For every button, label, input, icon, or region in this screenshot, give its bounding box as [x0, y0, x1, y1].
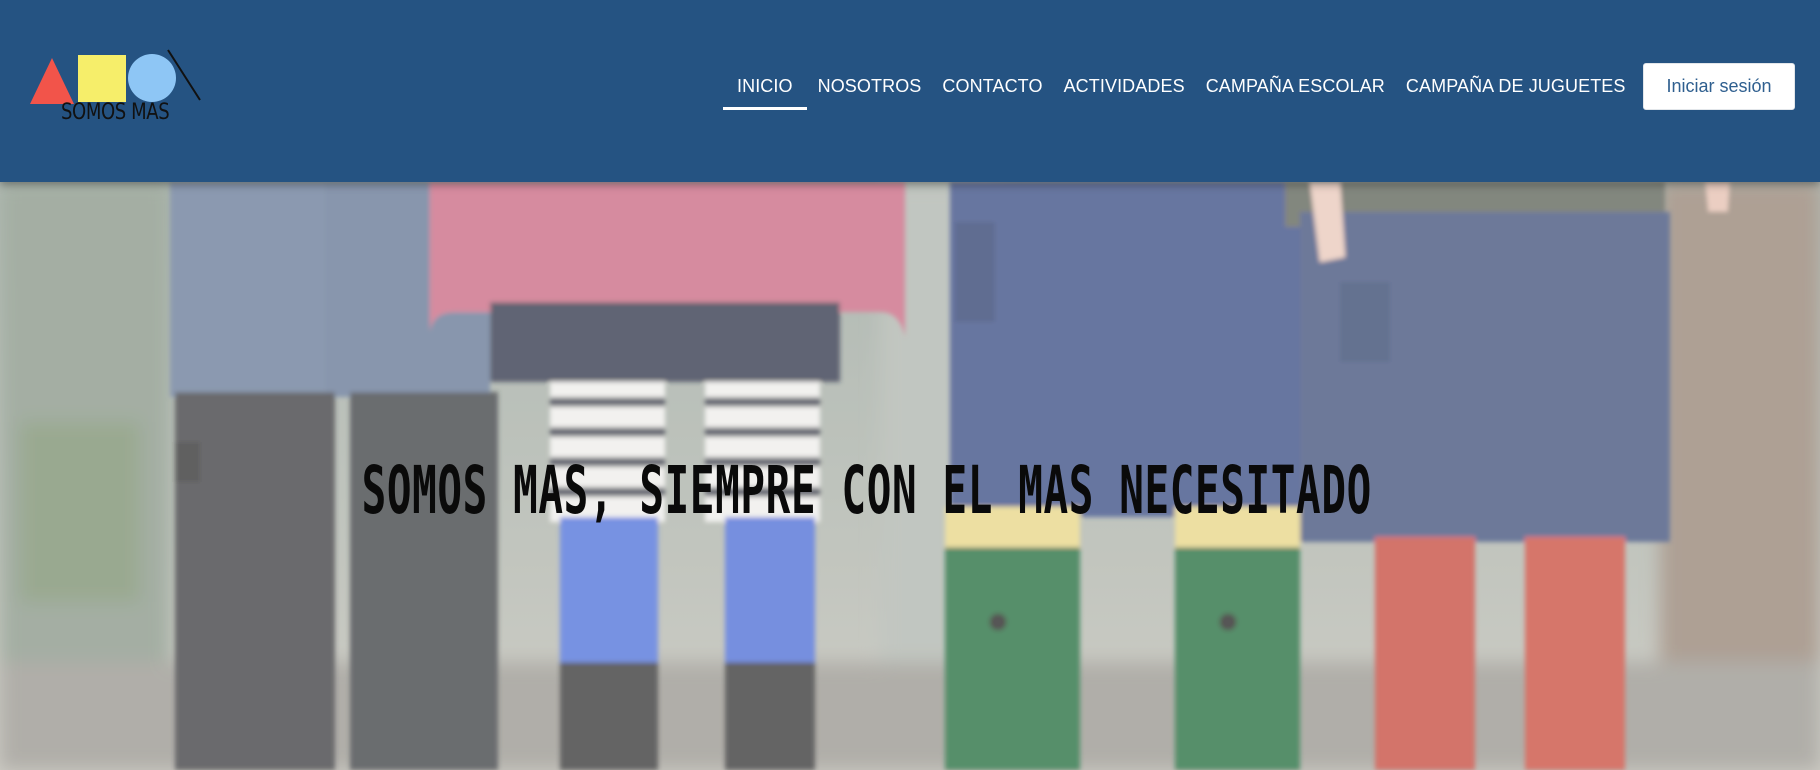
nav-item-campana-juguetes[interactable]: CAMPAÑA DE JUGUETES	[1396, 56, 1636, 108]
main-nav: INICIO NOSOTROS CONTACTO ACTIVIDADES CAM…	[723, 56, 1636, 110]
nav-item-campana-escolar[interactable]: CAMPAÑA ESCOLAR	[1196, 56, 1395, 108]
somos-mas-logo[interactable]: SOMOS MAS	[28, 48, 208, 128]
nav-item-actividades[interactable]: ACTIVIDADES	[1054, 56, 1195, 108]
hero-title-text: SOMOS MAS, SIEMPRE CON EL MAS NECESITADO	[361, 452, 1373, 529]
nav-item-nosotros[interactable]: NOSOTROS	[808, 56, 932, 108]
hero-title: SOMOS MAS, SIEMPRE CON EL MAS NECESITADO	[0, 452, 1820, 529]
nav-item-inicio[interactable]: INICIO	[723, 56, 807, 110]
site-header: SOMOS MAS INICIO NOSOTROS CONTACTO ACTIV…	[0, 0, 1820, 182]
logo-text: SOMOS MAS	[61, 100, 170, 125]
login-button[interactable]: Iniciar sesión	[1643, 63, 1795, 110]
hero-section: SOMOS MAS, SIEMPRE CON EL MAS NECESITADO	[0, 182, 1820, 770]
nav-item-contacto[interactable]: CONTACTO	[932, 56, 1052, 108]
